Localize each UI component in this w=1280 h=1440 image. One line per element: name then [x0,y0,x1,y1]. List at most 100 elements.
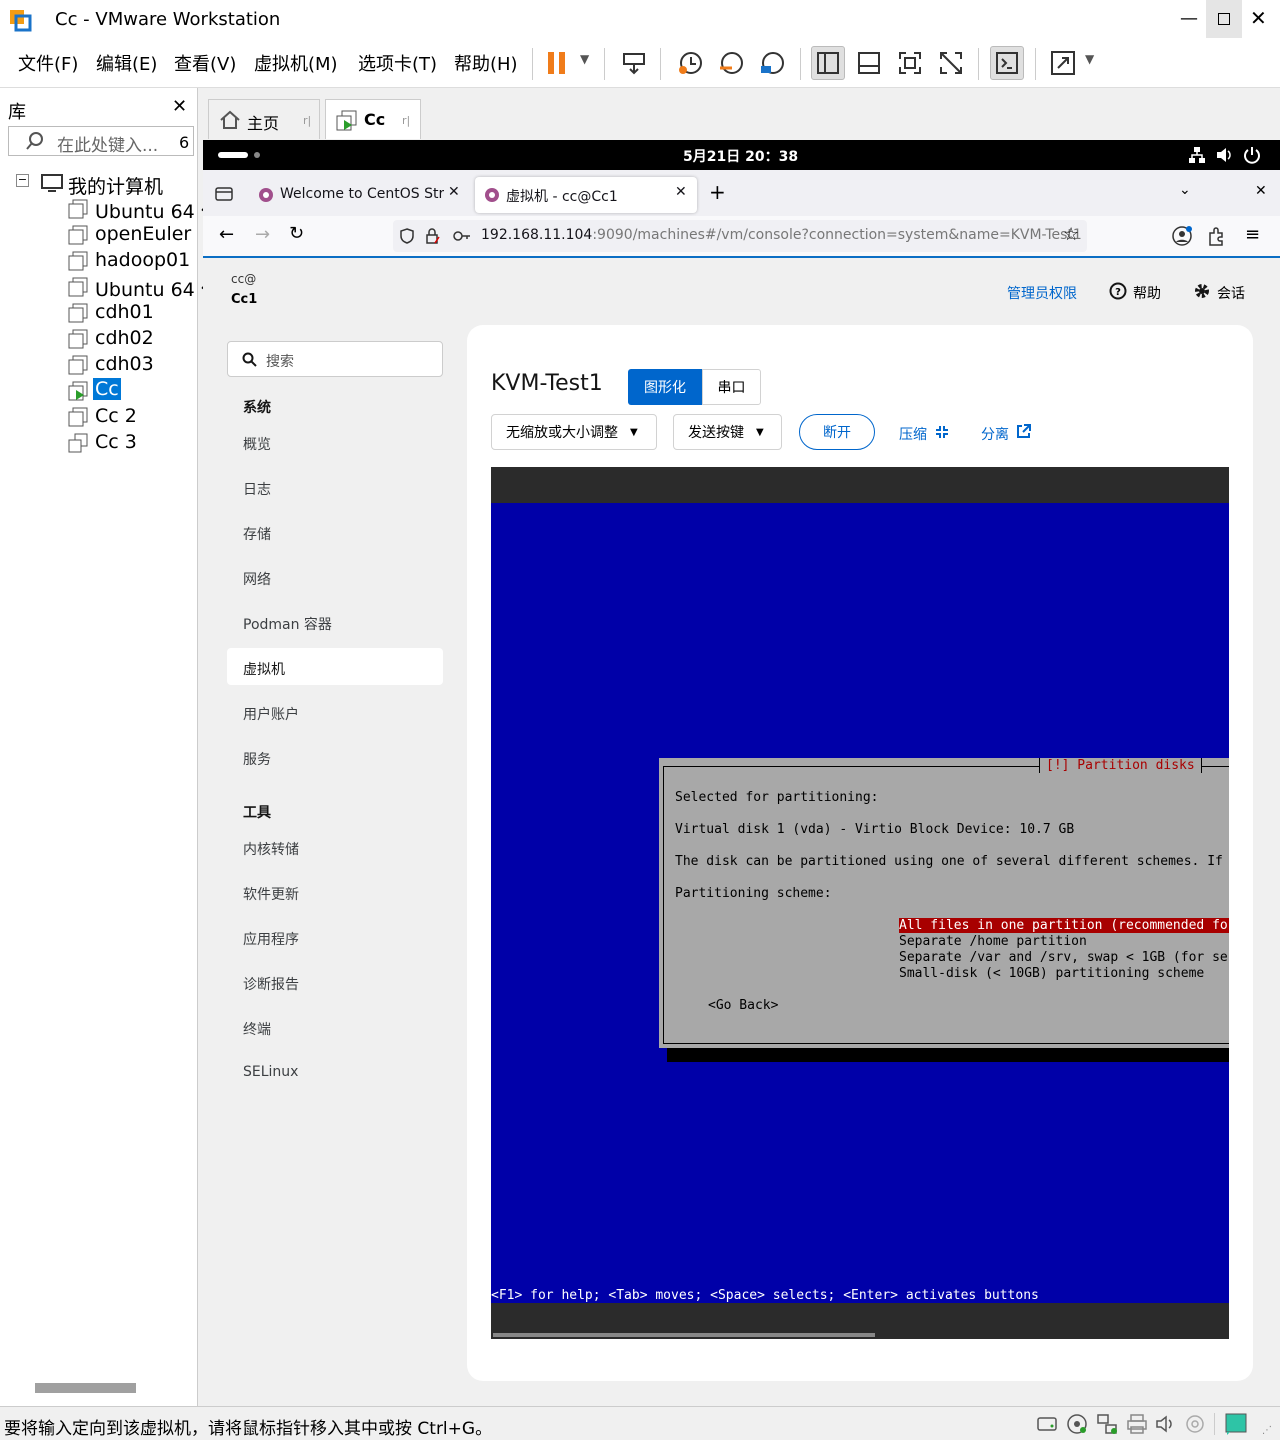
menu-vm[interactable]: 虚拟机(M) [254,50,338,76]
nav-item-podman[interactable]: Podman 容器 [243,614,332,634]
extensions-icon[interactable] [1207,226,1227,246]
nav-item-accounts[interactable]: 用户账户 [243,704,299,724]
pause-dropdown-icon[interactable]: ▼ [580,52,589,66]
host-name[interactable]: Cc1 [231,292,257,307]
library-close-icon[interactable]: ✕ [172,96,187,117]
network-adapter-icon[interactable] [1096,1413,1118,1435]
browser-tab-vm[interactable]: 虚拟机 - cc@Cc1 ✕ [475,177,697,213]
scheme-option-selected[interactable]: All files in one partition (recommended … [899,918,1229,933]
close-icon[interactable]: ✕ [1250,6,1267,30]
console-hscroll-thumb[interactable] [493,1333,875,1337]
tab-home[interactable]: 主页 r| [208,99,320,139]
menu-view[interactable]: 查看(V) [174,50,236,76]
send-ctrl-alt-del-button[interactable] [617,46,651,80]
send-key-dropdown[interactable]: 发送按键 ▼ [673,414,782,450]
vm-console-screen[interactable]: [!] Partition disks Selected for partiti… [491,467,1229,1339]
tab-overview-icon[interactable] [215,185,233,201]
permissions-key-icon[interactable] [453,229,471,243]
nav-item-network[interactable]: 网络 [243,569,271,589]
detach-button[interactable]: 分离 [981,424,1009,444]
list-tabs-icon[interactable]: ⌄ [1179,182,1191,198]
compress-button[interactable]: 压缩 [899,424,927,444]
power-icon[interactable] [1243,146,1261,164]
lock-warning-icon[interactable] [425,228,443,244]
tab-close-icon[interactable]: r| [402,114,410,127]
tab-close-icon[interactable]: ✕ [448,184,460,200]
usb-icon[interactable] [1184,1413,1206,1435]
tab-cc[interactable]: Cc r| [325,99,421,139]
scheme-option[interactable]: Separate /home partition [899,934,1087,949]
nav-item-selinux[interactable]: SELinux [243,1064,298,1080]
revert-snapshot-button[interactable] [714,46,748,80]
tab-graphical[interactable]: 图形化 [628,369,702,405]
nav-item-storage[interactable]: 存储 [243,524,271,544]
cd-drive-icon[interactable] [1066,1413,1088,1435]
url-input[interactable]: 192.168.11.104:9090/machines#/vm/console… [393,220,1087,252]
thumbnail-bar-button[interactable] [852,46,886,80]
network-icon[interactable] [1188,146,1206,164]
browser-close-icon[interactable]: ✕ [1255,183,1267,199]
menu-help[interactable]: 帮助(H) [454,50,518,76]
browser-tab-centos[interactable]: Welcome to CentOS Stream ✕ [249,177,465,213]
new-tab-icon[interactable]: + [709,180,726,204]
scale-dropdown[interactable]: 无缩放或大小调整 ▼ [491,414,657,450]
disconnect-button[interactable]: 断开 [799,414,875,450]
go-back-button[interactable]: <Go Back> [708,998,778,1013]
library-search-input[interactable]: 在此处键入... 6 [8,126,194,156]
session-button[interactable]: 会话 [1217,283,1245,303]
vm-item-label: hadoop01 [95,249,191,271]
clock[interactable]: 5月21日 20：38 [683,146,798,166]
tab-serial[interactable]: 串口 [702,369,761,405]
stretch-dropdown-icon[interactable]: ▼ [1085,52,1094,66]
nav-item-apps[interactable]: 应用程序 [243,929,299,949]
show-library-button[interactable] [811,46,845,80]
snapshot-manager-button[interactable] [755,46,789,80]
tab-close-icon[interactable]: r| [303,114,311,127]
nav-item-overview[interactable]: 概览 [243,434,271,454]
account-icon[interactable] [1171,225,1193,247]
sound-card-icon[interactable] [1155,1413,1177,1435]
library-hscroll-thumb[interactable] [35,1383,136,1393]
menu-edit[interactable]: 编辑(E) [96,50,157,76]
tree-root[interactable]: 我的计算机 [68,172,163,199]
snapshot-button[interactable] [673,46,707,80]
forward-icon[interactable]: → [255,224,270,245]
hard-disk-icon[interactable] [1036,1414,1058,1434]
nav-item-vms[interactable]: 虚拟机 [243,659,285,679]
nav-item-diagnostics[interactable]: 诊断报告 [243,974,299,994]
message-log-icon[interactable] [1224,1412,1248,1436]
back-icon[interactable]: ← [219,224,234,245]
nav-item-terminal[interactable]: 终端 [243,1019,271,1039]
nav-item-services[interactable]: 服务 [243,749,271,769]
reload-icon[interactable]: ↻ [289,223,304,244]
bookmark-star-icon[interactable]: ☆ [1063,224,1079,245]
scheme-option[interactable]: Separate /var and /srv, swap < 1GB (for … [899,950,1228,965]
keyboard-send-icon [623,53,645,75]
stretch-button[interactable] [1046,46,1080,80]
unity-button[interactable] [934,46,968,80]
menu-file[interactable]: 文件(F) [18,50,78,76]
printer-icon[interactable] [1126,1413,1148,1435]
admin-access-button[interactable]: 管理员权限 [1007,283,1077,303]
nav-item-updates[interactable]: 软件更新 [243,884,299,904]
minimize-icon[interactable]: — [1180,8,1198,29]
compress-icon[interactable] [935,425,949,439]
tab-close-icon[interactable]: ✕ [675,184,687,200]
maximize-button[interactable] [1206,0,1242,38]
scheme-option[interactable]: Small-disk (< 10GB) partitioning scheme [899,966,1204,981]
nav-item-logs[interactable]: 日志 [243,479,271,499]
help-button[interactable]: 帮助 [1133,283,1161,303]
app-menu-icon[interactable]: ≡ [1245,224,1260,245]
shield-icon[interactable] [399,228,415,244]
full-screen-button[interactable] [893,46,927,80]
resize-grip-icon[interactable]: ⋰ [1262,1425,1272,1436]
menu-tabs[interactable]: 选项卡(T) [358,50,437,76]
pause-button[interactable] [540,46,574,80]
console-view-button[interactable] [990,46,1024,80]
nav-search-input[interactable]: 搜索 [227,341,443,377]
volume-icon[interactable] [1215,146,1233,164]
external-link-icon[interactable] [1016,424,1031,439]
tree-collapse-icon[interactable]: − [16,174,29,187]
activities-indicator[interactable] [218,152,248,158]
nav-item-kdump[interactable]: 内核转储 [243,839,299,859]
